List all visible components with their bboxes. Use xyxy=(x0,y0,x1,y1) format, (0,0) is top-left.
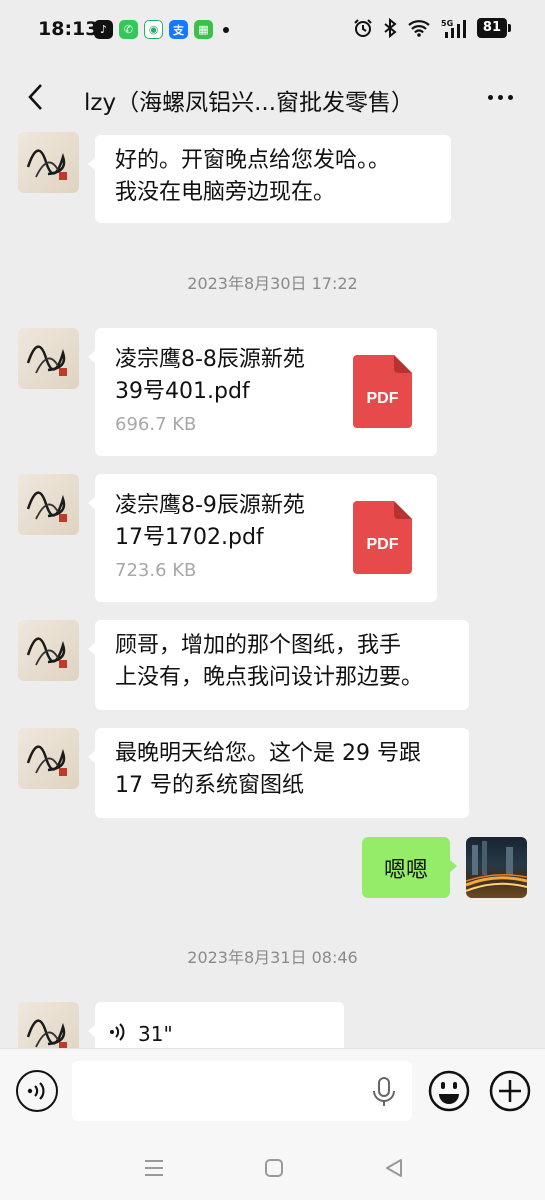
more-button[interactable] xyxy=(483,82,517,112)
file-name-line: 凌宗鹰8-9辰源新苑 xyxy=(115,493,305,518)
system-nav-bar xyxy=(0,1136,545,1200)
emoji-icon[interactable] xyxy=(427,1069,471,1113)
home-icon[interactable] xyxy=(262,1156,286,1180)
voice-wave-icon xyxy=(110,1023,125,1041)
chat-title: lzy（海螺凤铝兴...窗批发零售） xyxy=(84,90,415,116)
alarm-icon xyxy=(354,19,372,37)
chevron-left-icon xyxy=(28,84,42,110)
battery-icon: 81 xyxy=(476,18,512,38)
wifi-icon xyxy=(408,20,430,37)
chat-header: lzy（海螺凤铝兴...窗批发零售） xyxy=(0,62,545,132)
file-name: 凌宗鹰8-9辰源新苑 17号1702.pdf xyxy=(115,490,335,554)
tiktok-icon: ♪ xyxy=(94,20,113,39)
timestamp: 2023年8月30日 17:22 xyxy=(187,274,358,293)
voice-message[interactable]: 31" xyxy=(88,1002,344,1048)
alipay-icon: 支 xyxy=(169,20,188,39)
microphone-icon[interactable] xyxy=(370,1077,398,1107)
more-icon xyxy=(487,94,493,100)
more-icon-dot xyxy=(507,94,513,100)
app-icon: ◉ xyxy=(144,20,163,39)
message-input[interactable] xyxy=(72,1061,412,1121)
contact-avatar[interactable] xyxy=(18,1002,79,1048)
status-time: 18:13 xyxy=(38,18,99,40)
message-text-line: 顾哥，增加的那个图纸，我手 xyxy=(115,633,402,658)
contact-avatar[interactable] xyxy=(18,728,79,789)
back-button[interactable] xyxy=(18,80,52,114)
timestamp: 2023年8月31日 08:46 xyxy=(187,948,358,967)
file-size: 696.7 KB xyxy=(115,414,197,435)
message-bubble[interactable]: 最晚明天给您。这个是 29 号跟 17 号的系统窗图纸 xyxy=(88,728,469,818)
file-name-line: 39号401.pdf xyxy=(115,379,250,404)
more-icon-dot xyxy=(497,94,503,100)
file-message[interactable]: 凌宗鹰8-8辰源新苑 39号401.pdf 696.7 KB PDF xyxy=(88,328,437,456)
my-message-bubble[interactable]: 嗯嗯 xyxy=(362,837,457,898)
menu-icon[interactable] xyxy=(142,1156,166,1180)
message-list[interactable]: 好的。开窗晚点给您发哈。。 我没在电脑旁边现在。 2023年8月30日 17:2… xyxy=(0,132,545,1048)
system-icons: 5G 81 xyxy=(353,18,512,38)
file-name-line: 凌宗鹰8-8辰源新苑 xyxy=(115,347,305,372)
input-bar xyxy=(0,1048,545,1136)
phone-icon: ✆ xyxy=(119,20,138,39)
file-message[interactable]: 凌宗鹰8-9辰源新苑 17号1702.pdf 723.6 KB PDF xyxy=(88,474,437,602)
bluetooth-icon xyxy=(384,18,397,38)
status-bar: 18:13 ♪ ✆ ◉ 支 ▦ 5G 81 xyxy=(0,0,545,62)
contact-avatar[interactable] xyxy=(18,328,79,389)
message-text-line: 好的。开窗晚点给您发哈。。 xyxy=(115,148,391,173)
pdf-badge: PDF xyxy=(366,390,399,407)
contact-avatar[interactable] xyxy=(18,132,79,193)
more-notifications-dot xyxy=(223,26,229,33)
plus-icon[interactable] xyxy=(488,1069,532,1113)
pdf-badge: PDF xyxy=(366,536,399,553)
message-text-line: 17 号的系统窗图纸 xyxy=(115,773,304,798)
voice-duration: 31" xyxy=(138,1022,173,1046)
message-text-line: 我没在电脑旁边现在。 xyxy=(115,180,336,205)
voice-mode-button[interactable] xyxy=(16,1070,58,1112)
chat-app-icon: ▦ xyxy=(194,20,213,39)
message-text-line: 上没有，晚点我问设计那边要。 xyxy=(115,665,424,690)
notification-icons: ♪ ✆ ◉ 支 ▦ xyxy=(94,20,229,39)
message-bubble[interactable]: 顾哥，增加的那个图纸，我手 上没有，晚点我问设计那边要。 xyxy=(88,620,469,710)
contact-avatar[interactable] xyxy=(18,474,79,535)
message-bubble[interactable]: 好的。开窗晚点给您发哈。。 我没在电脑旁边现在。 xyxy=(88,135,451,223)
file-name-line: 17号1702.pdf xyxy=(115,525,264,550)
voice-mode-icon xyxy=(27,1082,45,1100)
message-text-line: 最晚明天给您。这个是 29 号跟 xyxy=(115,741,421,766)
file-name: 凌宗鹰8-8辰源新苑 39号401.pdf xyxy=(115,344,335,408)
back-icon[interactable] xyxy=(382,1156,406,1180)
signal-5g-icon: 5G xyxy=(441,19,466,38)
file-size: 723.6 KB xyxy=(115,560,197,581)
svg-text:5G: 5G xyxy=(441,19,453,28)
contact-avatar[interactable] xyxy=(18,620,79,681)
my-avatar[interactable] xyxy=(466,837,527,898)
